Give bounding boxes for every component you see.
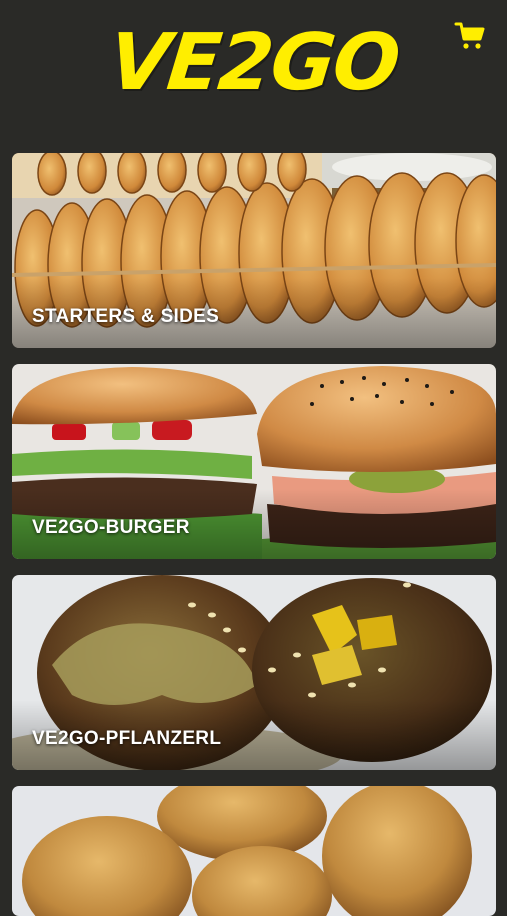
category-label: VE2GO-BURGER xyxy=(32,517,190,538)
cart-icon[interactable] xyxy=(454,20,486,52)
breaded-nuggets-image xyxy=(12,786,496,916)
category-card-starters[interactable]: STARTERS & SIDES xyxy=(12,153,496,348)
app-header: VE2GO xyxy=(0,0,507,140)
category-label: STARTERS & SIDES xyxy=(32,306,220,327)
app-logo: VE2GO xyxy=(104,18,403,108)
category-card-pflanzerl[interactable]: VE2GO-PFLANZERL xyxy=(12,575,496,770)
category-label: VE2GO-PFLANZERL xyxy=(32,728,222,749)
category-card-nuggets[interactable] xyxy=(12,786,496,916)
category-card-burger[interactable]: VE2GO-BURGER xyxy=(12,364,496,559)
